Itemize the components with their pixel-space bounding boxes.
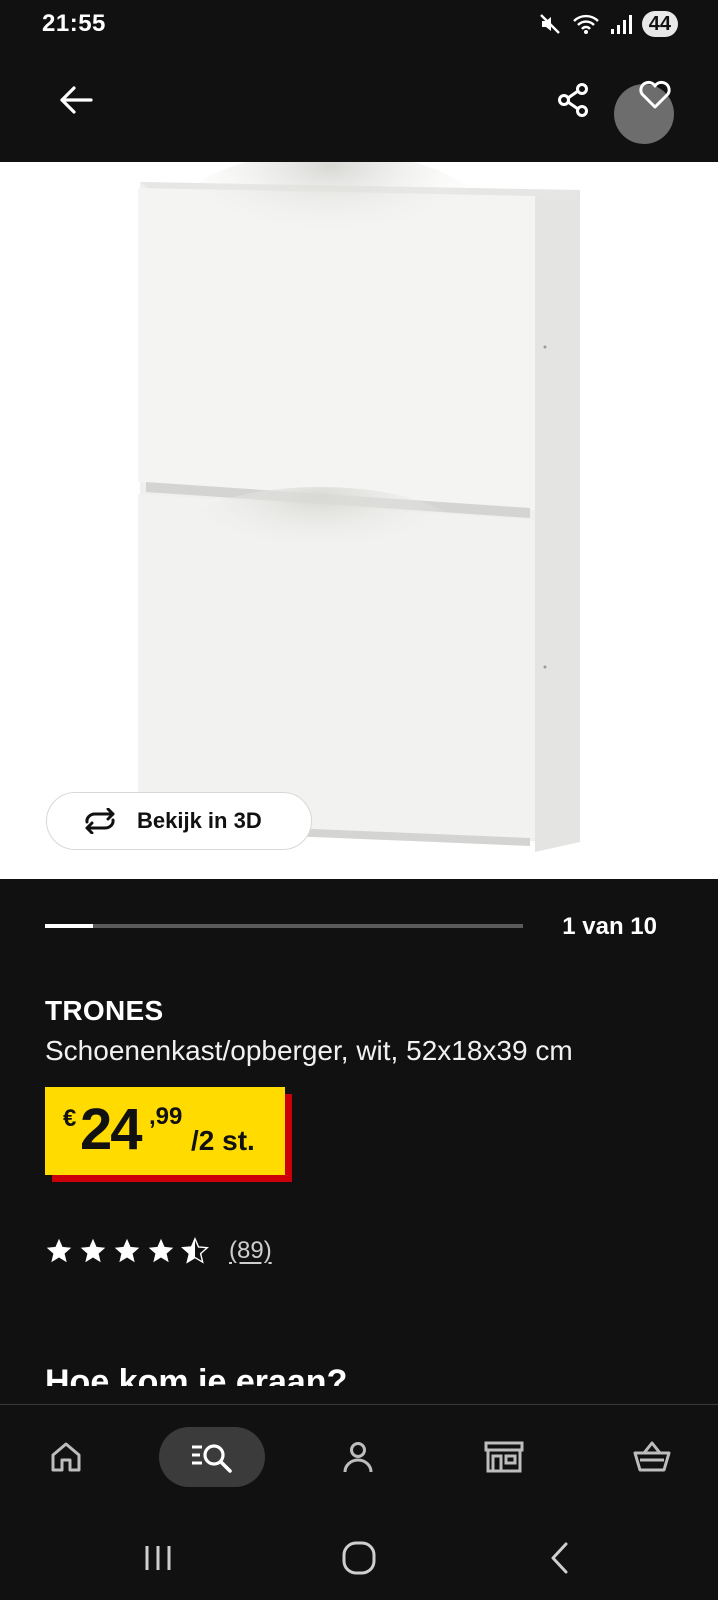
home-button-icon bbox=[342, 1541, 376, 1575]
gallery-progress-fill bbox=[45, 924, 93, 928]
system-back-button[interactable] bbox=[532, 1536, 588, 1580]
home-icon bbox=[51, 1442, 81, 1472]
star-icon bbox=[181, 1237, 209, 1264]
back-icon bbox=[551, 1542, 568, 1574]
mute-icon bbox=[539, 14, 560, 34]
nav-stores[interactable] bbox=[474, 1427, 534, 1487]
product-description: Schoenenkast/opberger, wit, 52x18x39 cm bbox=[45, 1035, 573, 1066]
system-navigation-bar bbox=[0, 1516, 718, 1600]
price-currency: € bbox=[63, 1105, 77, 1132]
shoe-cabinet-image bbox=[138, 162, 580, 852]
battery-icon: 44 bbox=[641, 11, 678, 37]
favorite-button[interactable] bbox=[614, 80, 674, 144]
gallery-counter: 1 van 10 bbox=[562, 913, 657, 940]
search-icon bbox=[192, 1444, 232, 1473]
nav-home[interactable] bbox=[36, 1427, 96, 1487]
star-icon bbox=[80, 1238, 106, 1263]
price-tag: € 24 ,99 /2 st. bbox=[45, 1087, 285, 1175]
system-home-button[interactable] bbox=[331, 1536, 387, 1580]
product-image[interactable]: Bekijk in 3D bbox=[0, 162, 718, 879]
product-name: TRONES bbox=[45, 995, 164, 1026]
profile-icon bbox=[343, 1442, 373, 1473]
price-integer: 24 bbox=[80, 1097, 142, 1162]
share-button[interactable] bbox=[552, 78, 596, 122]
back-button[interactable] bbox=[54, 78, 98, 122]
recent-apps-button[interactable] bbox=[130, 1536, 186, 1580]
nav-cart[interactable] bbox=[622, 1427, 682, 1487]
share-icon bbox=[558, 83, 588, 117]
store-icon bbox=[484, 1441, 524, 1473]
top-bar bbox=[0, 48, 718, 162]
section-heading: Hoe kom je eraan? bbox=[45, 1363, 348, 1386]
bottom-navigation bbox=[0, 1404, 718, 1516]
recent-apps-icon bbox=[145, 1546, 171, 1570]
nav-search[interactable] bbox=[159, 1427, 265, 1487]
heart-icon bbox=[639, 80, 671, 109]
star-icon bbox=[114, 1238, 140, 1263]
product-rating[interactable]: (89) bbox=[45, 1234, 272, 1268]
star-icon bbox=[148, 1238, 174, 1263]
view-3d-label: Bekijk in 3D bbox=[137, 808, 262, 833]
rotate-3d-icon bbox=[85, 808, 115, 834]
nav-profile[interactable] bbox=[328, 1427, 388, 1487]
star-icon bbox=[46, 1238, 72, 1263]
status-bar: 21:55 44 bbox=[0, 0, 718, 48]
view-3d-button[interactable]: Bekijk in 3D bbox=[46, 792, 312, 850]
price-unit: /2 st. bbox=[191, 1125, 255, 1156]
status-icons: 44 bbox=[538, 10, 678, 38]
back-arrow-icon bbox=[60, 86, 93, 114]
price-decimal: ,99 bbox=[149, 1103, 183, 1130]
gallery-progress-bar bbox=[45, 924, 523, 928]
signal-icon bbox=[610, 15, 632, 34]
wifi-icon bbox=[572, 14, 599, 34]
rating-count[interactable]: (89) bbox=[229, 1237, 272, 1265]
status-time: 21:55 bbox=[42, 10, 106, 37]
rating-stars bbox=[45, 1237, 209, 1265]
cart-icon bbox=[633, 1441, 671, 1472]
